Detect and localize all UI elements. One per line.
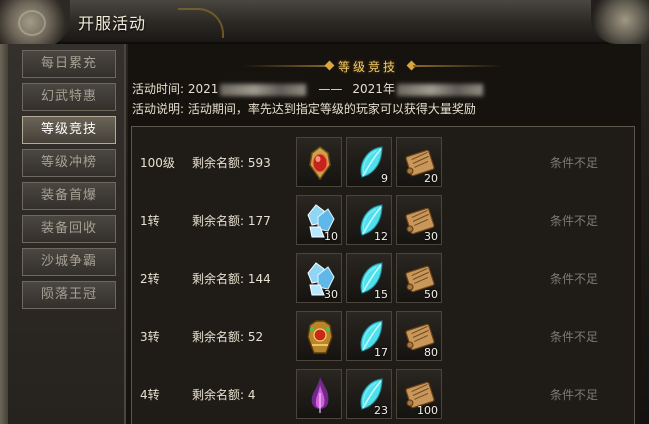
reward-item-slot[interactable]: 30: [296, 253, 342, 303]
reward-row: 1转 剩余名额: 177 10 12 30 条件不足: [132, 191, 634, 249]
remaining-quota: 剩余名额: 4: [192, 388, 256, 402]
reward-row: 3转 剩余名额: 52 17 80 条件不足: [132, 307, 634, 365]
sidebar-item-1[interactable]: 幻武特惠: [22, 83, 116, 111]
reward-row: 100级 剩余名额: 593 9 20 条件不足: [132, 133, 634, 191]
claim-status: 条件不足: [550, 156, 599, 170]
item-count: 15: [374, 288, 388, 301]
reward-item-slot[interactable]: 9: [346, 137, 392, 187]
reward-item-slot[interactable]: [296, 369, 342, 419]
reward-item-slot[interactable]: [296, 137, 342, 187]
sidebar-item-7[interactable]: 陨落王冠: [22, 281, 116, 309]
required-level: 3转: [140, 330, 160, 344]
sidebar-item-3[interactable]: 等级冲榜: [22, 149, 116, 177]
sidebar-item-5[interactable]: 装备回收: [22, 215, 116, 243]
remaining-quota: 剩余名额: 177: [192, 214, 271, 228]
item-count: 17: [374, 346, 388, 359]
required-level: 2转: [140, 272, 160, 286]
item-count: 10: [324, 230, 338, 243]
reward-item-slot[interactable]: 50: [396, 253, 442, 303]
sidebar-item-6[interactable]: 沙城争霸: [22, 248, 116, 276]
reward-item-slot[interactable]: 15: [346, 253, 392, 303]
item-count: 100: [417, 404, 438, 417]
window-title: 开服活动: [78, 14, 147, 33]
reward-item-slot[interactable]: 30: [396, 195, 442, 245]
activity-description: 活动说明: 活动期间，率先达到指定等级的玩家可以获得大量奖励: [132, 102, 476, 116]
reward-row: 2转 剩余名额: 144 30 15 50 条件不足: [132, 249, 634, 307]
item-count: 30: [424, 230, 438, 243]
dragon-ornament-right-icon: [591, 0, 649, 44]
item-count: 23: [374, 404, 388, 417]
redacted-date-end: [396, 83, 483, 96]
reward-item-slot[interactable]: 80: [396, 311, 442, 361]
header-divider-left: [243, 65, 333, 67]
remaining-quota: 剩余名额: 52: [192, 330, 264, 344]
activity-time-end: 2021年: [352, 82, 395, 96]
reward-item-slot[interactable]: 23: [346, 369, 392, 419]
title-bar: 开服活动: [0, 0, 649, 48]
reward-item-slot[interactable]: 10: [296, 195, 342, 245]
sidebar-item-4[interactable]: 装备首爆: [22, 182, 116, 210]
activity-time: 活动时间: 2021 —— 2021年: [132, 80, 485, 97]
reward-item-slot[interactable]: 20: [396, 137, 442, 187]
reward-item-slot[interactable]: [296, 311, 342, 361]
time-separator: ——: [318, 82, 343, 96]
dragon-ornament-left-icon: [0, 0, 70, 48]
item-count: 50: [424, 288, 438, 301]
claim-status: 条件不足: [550, 272, 599, 286]
remaining-quota: 剩余名额: 593: [192, 156, 271, 170]
header-divider-right: [413, 65, 503, 67]
reward-row: 4转 剩余名额: 4 23 100 条件不足: [132, 365, 634, 423]
item-count: 30: [324, 288, 338, 301]
header-gem-left-icon: [324, 60, 335, 71]
claim-status: 条件不足: [550, 388, 599, 402]
item-count: 80: [424, 346, 438, 359]
reward-item-slot[interactable]: 100: [396, 369, 442, 419]
redacted-date-start: [220, 83, 307, 96]
remaining-quota: 剩余名额: 144: [192, 272, 271, 286]
activity-window: 开服活动 每日累充 幻武特惠 等级竞技 等级冲榜 装备首爆 装备回收 沙城争霸 陨落王冠 等级…: [0, 0, 649, 424]
sidebar-item-2[interactable]: 等级竞技: [22, 116, 116, 144]
reward-item-slot[interactable]: 12: [346, 195, 392, 245]
claim-status: 条件不足: [550, 330, 599, 344]
required-level: 1转: [140, 214, 160, 228]
item-count: 20: [424, 172, 438, 185]
required-level: 100级: [140, 156, 175, 170]
panel-header-title: 等级竞技: [338, 60, 399, 74]
item-count: 12: [374, 230, 388, 243]
sidebar-item-0[interactable]: 每日累充: [22, 50, 116, 78]
title-ornament-icon: [178, 8, 224, 38]
item-count: 9: [381, 172, 388, 185]
main-panel: 等级竞技 活动时间: 2021 —— 2021年 活动说明: 活动期间，率先达到指定…: [128, 44, 641, 424]
claim-status: 条件不足: [550, 214, 599, 228]
reward-item-slot[interactable]: 17: [346, 311, 392, 361]
reward-list: 100级 剩余名额: 593 9 20 条件不足 1转 剩余名额: 177 10 12 30 条件不…: [131, 126, 635, 424]
activity-time-label: 活动时间: 2021: [132, 82, 219, 96]
required-level: 4转: [140, 388, 160, 402]
